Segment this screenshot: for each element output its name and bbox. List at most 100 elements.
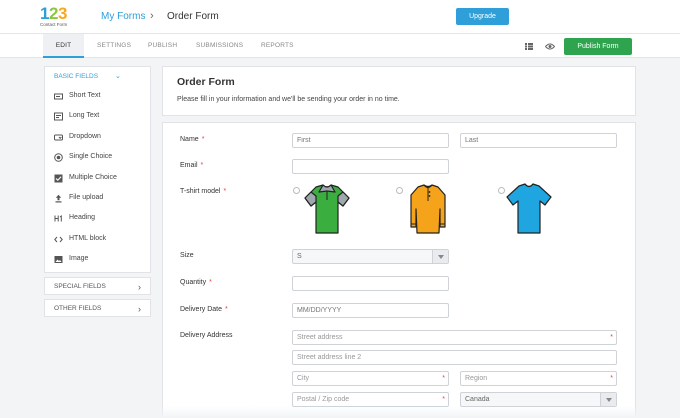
sidebar-item-file-upload[interactable]: File upload — [45, 188, 150, 208]
delivery-date-input[interactable] — [292, 303, 449, 318]
logo-digit-1: 1 — [40, 4, 49, 23]
country-select[interactable]: Canada — [460, 392, 617, 407]
logo-digit-2: 2 — [48, 4, 58, 23]
breadcrumb-separator: › — [150, 10, 154, 22]
required-mark: * — [442, 375, 445, 382]
chevron-down-icon — [432, 250, 448, 263]
basic-fields-panel: BASIC FIELDS ⌄ Short Text Long Text Drop… — [44, 66, 151, 273]
sidebar-item-label: HTML block — [69, 234, 107, 242]
tab-settings[interactable]: SETTINGS — [97, 34, 131, 58]
chevron-right-icon: › — [138, 282, 141, 292]
chevron-down-icon — [600, 393, 616, 406]
street-address-input[interactable]: Street address * — [292, 330, 617, 345]
sidebar-item-short-text[interactable]: Short Text — [45, 86, 150, 106]
chevron-right-icon: › — [138, 304, 141, 314]
basic-fields-title: BASIC FIELDS — [54, 73, 99, 80]
sidebar-item-image[interactable]: Image — [45, 249, 150, 269]
region-input[interactable]: Region * — [460, 371, 617, 386]
tshirt-model-label: T-shirt model * — [180, 188, 226, 195]
tshirt-label-text: T-shirt model — [180, 188, 221, 195]
breadcrumb-current-form: Order Form — [167, 11, 219, 22]
publish-form-button[interactable]: Publish Form — [564, 38, 632, 55]
other-fields-title: OTHER FIELDS — [54, 305, 102, 312]
delivery-date-label-text: Delivery Date — [180, 306, 223, 313]
region-placeholder: Region — [465, 375, 488, 382]
sidebar-item-label: Single Choice — [69, 153, 113, 161]
quantity-input[interactable] — [292, 276, 449, 291]
tshirt-radio-orange[interactable] — [396, 187, 403, 194]
city-input[interactable]: City * — [292, 371, 449, 386]
sidebar-item-multiple-choice[interactable]: Multiple Choice — [45, 168, 150, 188]
blue-tshirt-image[interactable] — [506, 183, 552, 235]
tab-publish[interactable]: PUBLISH — [148, 34, 177, 58]
basic-fields-header[interactable]: BASIC FIELDS ⌄ — [45, 67, 150, 86]
sidebar-item-label: Image — [69, 255, 89, 263]
quantity-label: Quantity * — [180, 279, 212, 286]
sidebar-item-label: Dropdown — [69, 132, 101, 140]
sidebar-item-long-text[interactable]: Long Text — [45, 106, 150, 126]
name-label: Name * — [180, 136, 204, 143]
sidebar-item-label: File upload — [69, 193, 104, 201]
fields-grid-icon[interactable] — [525, 43, 533, 50]
sidebar-item-label: Long Text — [69, 112, 100, 120]
street-address-line2-placeholder: Street address line 2 — [297, 354, 362, 361]
size-label: Size — [180, 252, 194, 259]
breadcrumb-my-forms[interactable]: My Forms — [101, 11, 145, 22]
tab-submissions[interactable]: SUBMISSIONS — [196, 34, 243, 58]
required-mark: * — [442, 396, 445, 403]
first-name-input[interactable] — [292, 133, 449, 148]
top-header: 123 Contact Form My Forms › Order Form U… — [0, 0, 680, 34]
tshirt-radio-blue[interactable] — [498, 187, 505, 194]
email-input[interactable] — [292, 159, 449, 174]
fields-sidebar: BASIC FIELDS ⌄ Short Text Long Text Drop… — [44, 66, 151, 317]
logo-digits: 123 — [40, 5, 74, 22]
orange-henley-shirt-image[interactable] — [405, 183, 451, 235]
bottom-fade — [0, 406, 680, 418]
green-polo-shirt-image[interactable] — [304, 183, 350, 235]
email-label-text: Email — [180, 162, 198, 169]
zip-code-input[interactable]: Postal / Zip code * — [292, 392, 449, 407]
sidebar-item-html-block[interactable]: HTML block — [45, 229, 150, 249]
upgrade-button[interactable]: Upgrade — [456, 8, 509, 25]
sidebar-item-heading[interactable]: Heading — [45, 208, 150, 228]
sidebar-item-label: Heading — [69, 214, 96, 222]
required-mark: * — [209, 279, 212, 286]
app-logo[interactable]: 123 Contact Form — [40, 5, 74, 29]
form-header-card[interactable]: Order Form Please fill in your informati… — [162, 66, 636, 116]
other-fields-panel[interactable]: OTHER FIELDS › — [44, 299, 151, 317]
street-address-line2-input[interactable]: Street address line 2 — [292, 350, 617, 365]
chevron-down-icon: ⌄ — [115, 73, 121, 80]
eye-icon[interactable] — [545, 43, 555, 50]
tab-reports[interactable]: REPORTS — [261, 34, 294, 58]
form-title: Order Form — [177, 76, 235, 88]
tshirt-radio-green[interactable] — [293, 187, 300, 194]
required-mark: * — [223, 188, 227, 195]
street-address-placeholder: Street address — [297, 334, 343, 341]
delivery-address-label-text: Delivery Address — [180, 332, 233, 339]
logo-digit-3: 3 — [57, 4, 67, 23]
zip-code-placeholder: Postal / Zip code — [297, 396, 350, 403]
required-mark: * — [201, 136, 205, 143]
sidebar-item-single-choice[interactable]: Single Choice — [45, 147, 150, 167]
size-select-value: S — [297, 253, 302, 260]
checkbox-icon — [54, 174, 63, 183]
special-fields-title: SPECIAL FIELDS — [54, 283, 106, 290]
required-mark: * — [225, 306, 228, 313]
quantity-label-text: Quantity — [180, 279, 207, 286]
sidebar-item-label: Multiple Choice — [69, 173, 117, 181]
sidebar-item-dropdown[interactable]: Dropdown — [45, 127, 150, 147]
short-text-icon — [54, 93, 63, 100]
image-icon — [54, 256, 63, 264]
dropdown-icon — [54, 134, 63, 141]
upload-icon — [55, 194, 62, 203]
long-text-icon — [54, 112, 63, 121]
size-select[interactable]: S — [292, 249, 449, 264]
last-name-input[interactable] — [460, 133, 617, 148]
code-icon — [54, 236, 63, 243]
email-label: Email * — [180, 162, 203, 169]
special-fields-panel[interactable]: SPECIAL FIELDS › — [44, 277, 151, 295]
required-mark: * — [610, 334, 613, 341]
tab-edit[interactable]: EDIT — [43, 34, 84, 58]
form-description: Please fill in your information and we'l… — [177, 96, 400, 103]
sidebar-item-label: Short Text — [69, 92, 101, 99]
